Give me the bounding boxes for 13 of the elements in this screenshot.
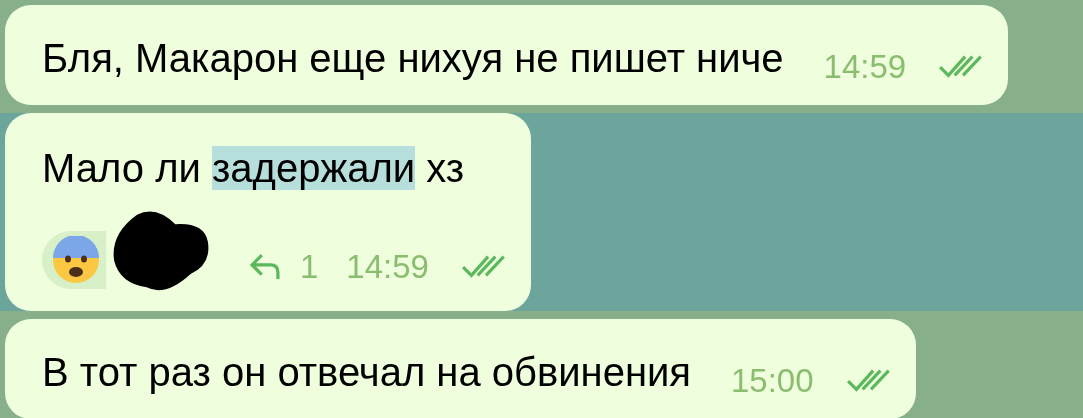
message-bubble[interactable]: Бля, Макарон еще нихуя не пишет ниче 14:59: [5, 5, 1009, 105]
message-time: 15:00: [731, 360, 814, 401]
reply-count: 1: [300, 246, 319, 287]
message-time: 14:59: [346, 246, 429, 287]
message-bubble[interactable]: В тот раз он отвечал на обвинения 15:00: [5, 319, 916, 418]
fearful-face-icon: [52, 236, 100, 284]
reaction-chip[interactable]: [42, 231, 106, 289]
reply-arrow-icon: [248, 252, 282, 281]
message-time: 14:59: [823, 46, 907, 87]
message-bubble[interactable]: Мало ли задержали хз 1 14:59: [5, 113, 531, 311]
message-text: В тот раз он отвечал на обвинения: [42, 349, 691, 396]
message-text: Бля, Макарон еще нихуя не пишет ниче: [42, 35, 784, 82]
message-text: Мало ли задержали хз: [42, 145, 466, 192]
